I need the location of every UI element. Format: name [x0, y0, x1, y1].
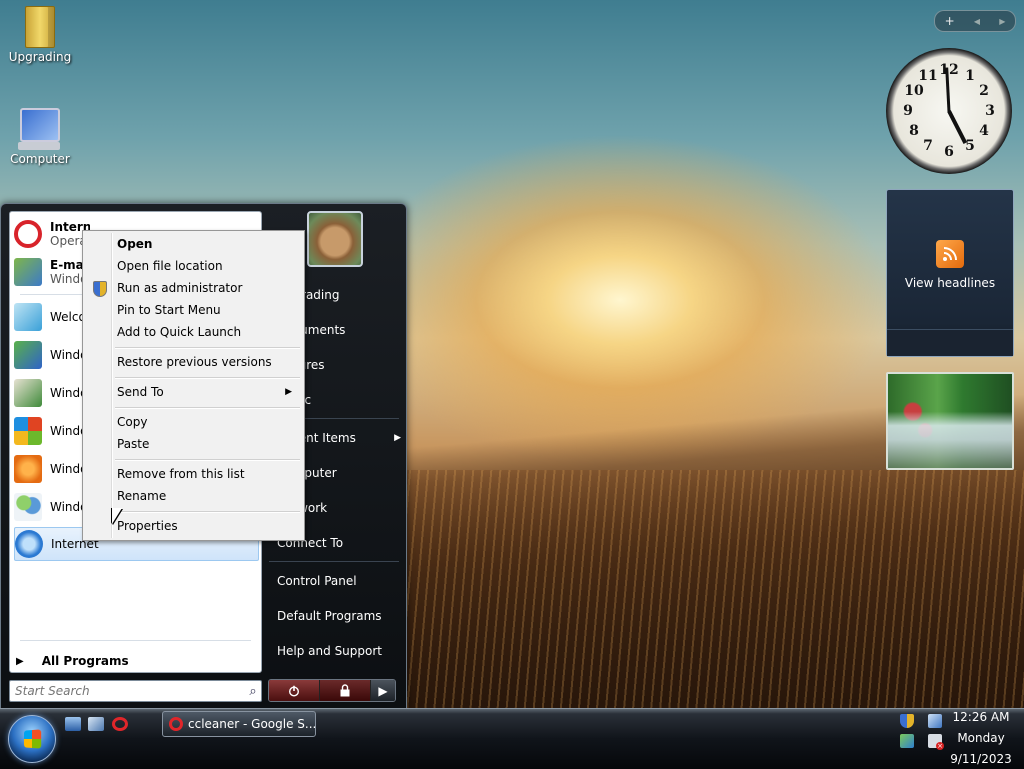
- opera-icon: [169, 717, 183, 731]
- search-icon[interactable]: ⌕: [245, 684, 261, 699]
- taskbar: ccleaner - Google S... × 12:26 AM Monday…: [0, 708, 1024, 769]
- ctx-send-to[interactable]: Send To ▶: [85, 382, 300, 402]
- desktop-icon-upgrading[interactable]: Upgrading: [0, 6, 80, 64]
- right-item-control-panel[interactable]: Control Panel: [269, 570, 407, 592]
- feed-label: View headlines: [904, 276, 996, 290]
- all-programs-separator: [20, 640, 251, 641]
- ctx-run-as-administrator[interactable]: Run as administrator: [85, 278, 300, 298]
- start-orb-button[interactable]: [8, 715, 56, 763]
- start-search-input[interactable]: [10, 683, 245, 699]
- opera-quick-launch-icon[interactable]: [112, 717, 128, 731]
- right-item-label: Default Programs: [277, 609, 382, 623]
- clock-numeral: 12: [939, 62, 959, 78]
- ctx-rename[interactable]: Rename: [85, 486, 300, 506]
- switch-windows-icon[interactable]: [88, 717, 104, 731]
- taskbar-button-ccleaner[interactable]: ccleaner - Google S...: [162, 711, 316, 737]
- ctx-add-to-quick-launch[interactable]: Add to Quick Launch: [85, 322, 300, 342]
- clock-hour-hand: [947, 110, 968, 144]
- taskbar-time[interactable]: 12:26 AM: [946, 710, 1016, 724]
- power-icon: [288, 685, 300, 697]
- sidebar-prev-button[interactable]: ◀: [974, 17, 980, 26]
- right-item-help-support[interactable]: Help and Support: [269, 640, 407, 662]
- clock-numeral: 10: [904, 83, 924, 99]
- clock-numeral: 2: [979, 83, 989, 99]
- power-bar: ▶: [268, 679, 396, 702]
- clock-numeral: 11: [918, 68, 938, 84]
- clock-numeral: 7: [923, 138, 933, 154]
- mail-icon: [14, 258, 42, 286]
- context-menu: Open Open file location Run as administr…: [82, 230, 305, 541]
- user-picture[interactable]: [307, 211, 363, 267]
- ctx-item-label: Send To: [117, 385, 164, 399]
- sidebar-controls: + ◀ ▶: [934, 10, 1016, 32]
- meeting-space-icon: [14, 493, 42, 521]
- sidebar-next-button[interactable]: ▶: [999, 17, 1005, 26]
- all-programs-label: All Programs: [41, 654, 129, 668]
- uac-shield-icon: [93, 281, 107, 297]
- desktop-icon-label: Upgrading: [8, 50, 72, 64]
- computer-icon: [18, 108, 60, 150]
- ctx-item-label: Run as administrator: [117, 281, 243, 295]
- ctx-remove-from-list[interactable]: Remove from this list: [85, 464, 300, 484]
- right-item-default-programs[interactable]: Default Programs: [269, 605, 407, 627]
- triangle-right-icon: ▶: [16, 655, 24, 667]
- clock-numeral: 8: [909, 123, 919, 139]
- taskbar-day[interactable]: Monday: [946, 731, 1016, 745]
- feed-headlines-gadget[interactable]: View headlines: [886, 189, 1014, 357]
- clock-numeral: 3: [985, 103, 995, 119]
- right-separator: [269, 561, 399, 562]
- security-shield-icon[interactable]: [900, 714, 914, 728]
- rss-icon: [936, 240, 964, 268]
- ctx-restore-previous-versions[interactable]: Restore previous versions: [85, 352, 300, 372]
- all-programs-button[interactable]: ▶ All Programs: [16, 654, 129, 668]
- show-desktop-icon[interactable]: [65, 717, 81, 731]
- ctx-paste[interactable]: Paste: [85, 434, 300, 454]
- right-item-label: Control Panel: [277, 574, 357, 588]
- volume-muted-icon[interactable]: ×: [928, 734, 944, 750]
- internet-explorer-icon: [15, 530, 43, 558]
- welcome-center-icon: [14, 303, 42, 331]
- opera-icon: [14, 220, 42, 248]
- slideshow-gadget[interactable]: [886, 372, 1014, 470]
- easy-transfer-icon: [14, 341, 42, 369]
- ctx-pin-to-start-menu[interactable]: Pin to Start Menu: [85, 300, 300, 320]
- add-gadget-button[interactable]: +: [945, 14, 955, 28]
- lock-icon: [340, 684, 350, 697]
- clock-gadget[interactable]: 12 1 2 3 4 5 6 7 8 9 10 11: [886, 48, 1012, 174]
- clock-numeral: 1: [965, 68, 975, 84]
- desktop-icon-computer[interactable]: Computer: [0, 108, 80, 166]
- right-item-label: Help and Support: [277, 644, 382, 658]
- ctx-separator: [115, 407, 300, 408]
- submenu-arrow-icon: ▶: [285, 387, 292, 397]
- ctx-open-file-location[interactable]: Open file location: [85, 256, 300, 276]
- desktop-icon-label: Computer: [10, 152, 70, 166]
- taskbar-button-label: ccleaner - Google S...: [188, 717, 316, 731]
- wallpaper-grass: [400, 470, 1024, 710]
- media-player-icon: [14, 455, 42, 483]
- feed-footer: [887, 329, 1013, 356]
- ctx-separator: [115, 347, 300, 348]
- clock-numeral: 6: [944, 144, 954, 160]
- windows-flag-icon: [14, 417, 42, 445]
- chevron-right-icon: ▶: [394, 433, 401, 443]
- ctx-open[interactable]: Open: [85, 234, 300, 254]
- mouse-cursor-icon: [112, 508, 122, 524]
- lock-button[interactable]: [319, 680, 370, 701]
- taskbar-date[interactable]: 9/11/2023: [946, 752, 1016, 766]
- shutdown-options-button[interactable]: ▶: [370, 680, 395, 701]
- windows-update-icon[interactable]: [900, 734, 914, 748]
- ultimate-extras-icon: [14, 379, 42, 407]
- start-search-box[interactable]: ⌕: [9, 680, 262, 702]
- ctx-separator: [115, 459, 300, 460]
- ctx-copy[interactable]: Copy: [85, 412, 300, 432]
- power-button[interactable]: [269, 680, 319, 701]
- folder-icon: [25, 6, 55, 48]
- clock-numeral: 9: [903, 103, 913, 119]
- ctx-separator: [115, 511, 300, 512]
- ctx-separator: [115, 377, 300, 378]
- network-icon[interactable]: [928, 714, 942, 728]
- clock-numeral: 4: [979, 123, 989, 139]
- triangle-right-icon: ▶: [378, 683, 388, 698]
